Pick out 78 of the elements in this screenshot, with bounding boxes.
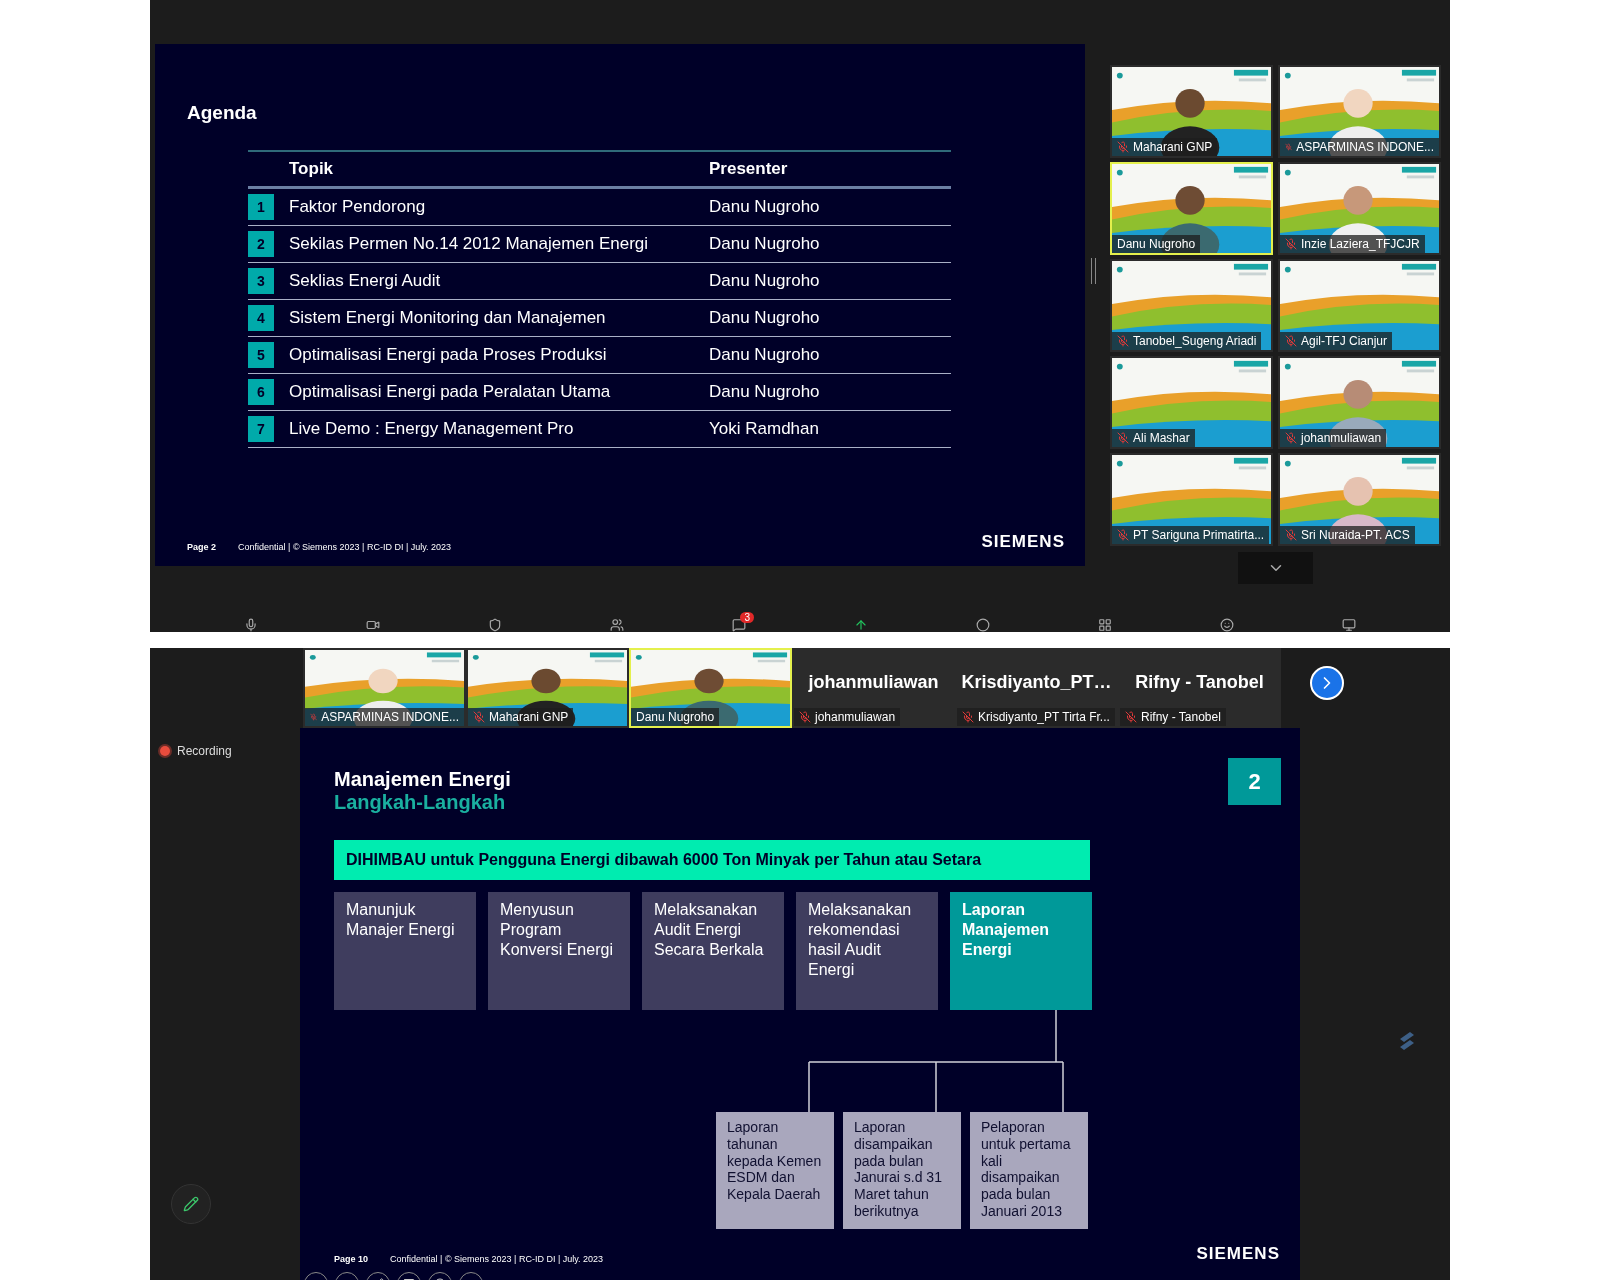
participant-name: Danu Nugroho [631,708,720,726]
next-page-button[interactable] [1310,666,1344,700]
participant-name: ASPARMINAS INDONE... [305,708,464,726]
participant-display-name: Rifny - Tanobel [1134,672,1265,693]
table-cell-text: Seklias Energi Audit [289,271,442,291]
report-box: Laporan tahunan kepada Kemen ESDM dan Kepala Daerah [716,1112,834,1229]
toolbar-icon[interactable] [1098,618,1112,632]
row-number: 1 [248,194,274,220]
banner: DIHIMBAU untuk Pengguna Energi dibawah 6000 Ton Minyak per Tahun atau Setara [334,840,1090,880]
annotate-button[interactable] [171,1184,211,1224]
table-cell-text: Yoki Ramdhan [709,419,820,439]
participant-display-name: Krisdiyanto_PT… [960,672,1113,693]
page-number: Page 2 [187,542,217,552]
step-box: Melaksanakan rekomendasi hasil Audit Energi [796,892,938,1010]
table-cell-text: Live Demo : Energy Management Pro [289,419,575,439]
toolbar-icon[interactable] [610,618,624,632]
participant-name: Krisdiyanto_PT Tirta Fr... [957,708,1115,726]
step-box: Manunjuk Manajer Energi [334,892,476,1010]
table-cell-text: Danu Nugroho [709,308,821,328]
chat-badge: 3 [740,612,754,623]
participant-name: johanmuliawan [1280,429,1387,447]
participant-name: Inzie Laziera_TFJCJR [1280,235,1425,253]
toolbar-icon[interactable] [1342,618,1356,632]
toolbar-icon[interactable] [488,618,502,632]
table-cell-text: Sistem Energi Monitoring dan Manajemen [289,308,607,328]
recording-label: Recording [177,744,232,758]
recording-icon [160,746,170,756]
participant-name: Rifny - Tanobel [1120,708,1226,726]
row-number: 3 [248,268,274,294]
participant-name: Tanobel_Sugeng Ariadi [1112,332,1262,350]
toolbar-icon[interactable] [1220,618,1234,632]
toolbar-icon[interactable] [244,618,258,632]
table-cell-text: Danu Nugroho [709,271,821,291]
row-number: 2 [248,231,274,257]
footer-text: Confidential | © Siemens 2023 | RC-ID DI | July. 2023 [390,1254,604,1264]
column-header: Topik [289,159,335,179]
siemens-logo: SIEMENS [981,532,1065,552]
table-cell-text: Danu Nugroho [709,345,821,365]
report-box: Laporan disampaikan pada bulan Janurai s.d 31 Maret tahun berikutnya [843,1112,961,1229]
participant-name: Sri Nuraida-PT. ACS [1280,526,1415,544]
participant-name: PT Sariguna Primatirta... [1112,526,1270,544]
table-cell-text: Danu Nugroho [709,197,821,217]
step-box: Melaksanakan Audit Energi Secara Berkala [642,892,784,1010]
participant-name: ASPARMINAS INDONE... [1280,138,1439,156]
step-box: Laporan Manajemen Energi [950,892,1092,1010]
slide-title: Manajemen Energi [334,768,511,791]
table-cell-text: Optimalisasi Energi pada Peralatan Utama [289,382,612,402]
participant-name: Ali Mashar [1112,429,1195,447]
toolbar-icon[interactable] [732,618,746,632]
toolbar-icon[interactable] [976,618,990,632]
footer-text: Confidential | © Siemens 2023 | RC-ID DI | July. 2023 [238,542,452,552]
participant-name: Maharani GNP [468,708,574,726]
table-cell-text: Faktor Pendorong [289,197,427,217]
table-cell-text: Danu Nugroho [709,382,821,402]
pencil-icon [183,1196,199,1212]
row-number: 6 [248,379,274,405]
row-number: 5 [248,342,274,368]
page-number: Page 10 [334,1254,369,1264]
row-number: 4 [248,305,274,331]
toolbar-icon[interactable] [854,618,868,632]
step-box: Menyusun Program Konversi Energi [488,892,630,1010]
participant-display-name: johanmuliawan [807,672,940,693]
table-cell-text: Danu Nugroho [709,234,821,254]
row-number: 7 [248,416,274,442]
column-header: Presenter [709,159,789,179]
participant-name: Agil-TFJ Cianjur [1280,332,1392,350]
table-cell-text: Optimalisasi Energi pada Proses Produksi [289,345,608,365]
participant-name: Danu Nugroho [1112,235,1201,253]
slide-number-badge: 2 [1228,758,1281,805]
toolbar-icon[interactable] [366,618,380,632]
siemens-logo: SIEMENS [1196,1244,1280,1264]
table-cell-text: Sekilas Permen No.14 2012 Manajemen Energi [289,234,650,254]
participant-name: johanmuliawan [794,708,901,726]
report-box: Pelaporan untuk pertama kali disampaikan pada bulan Januari 2013 [970,1112,1088,1229]
participant-name: Maharani GNP [1112,138,1218,156]
slide-subtitle: Langkah-Langkah [334,791,507,814]
splitter-handle[interactable] [1091,258,1096,284]
slide-title: Agenda [187,102,258,124]
